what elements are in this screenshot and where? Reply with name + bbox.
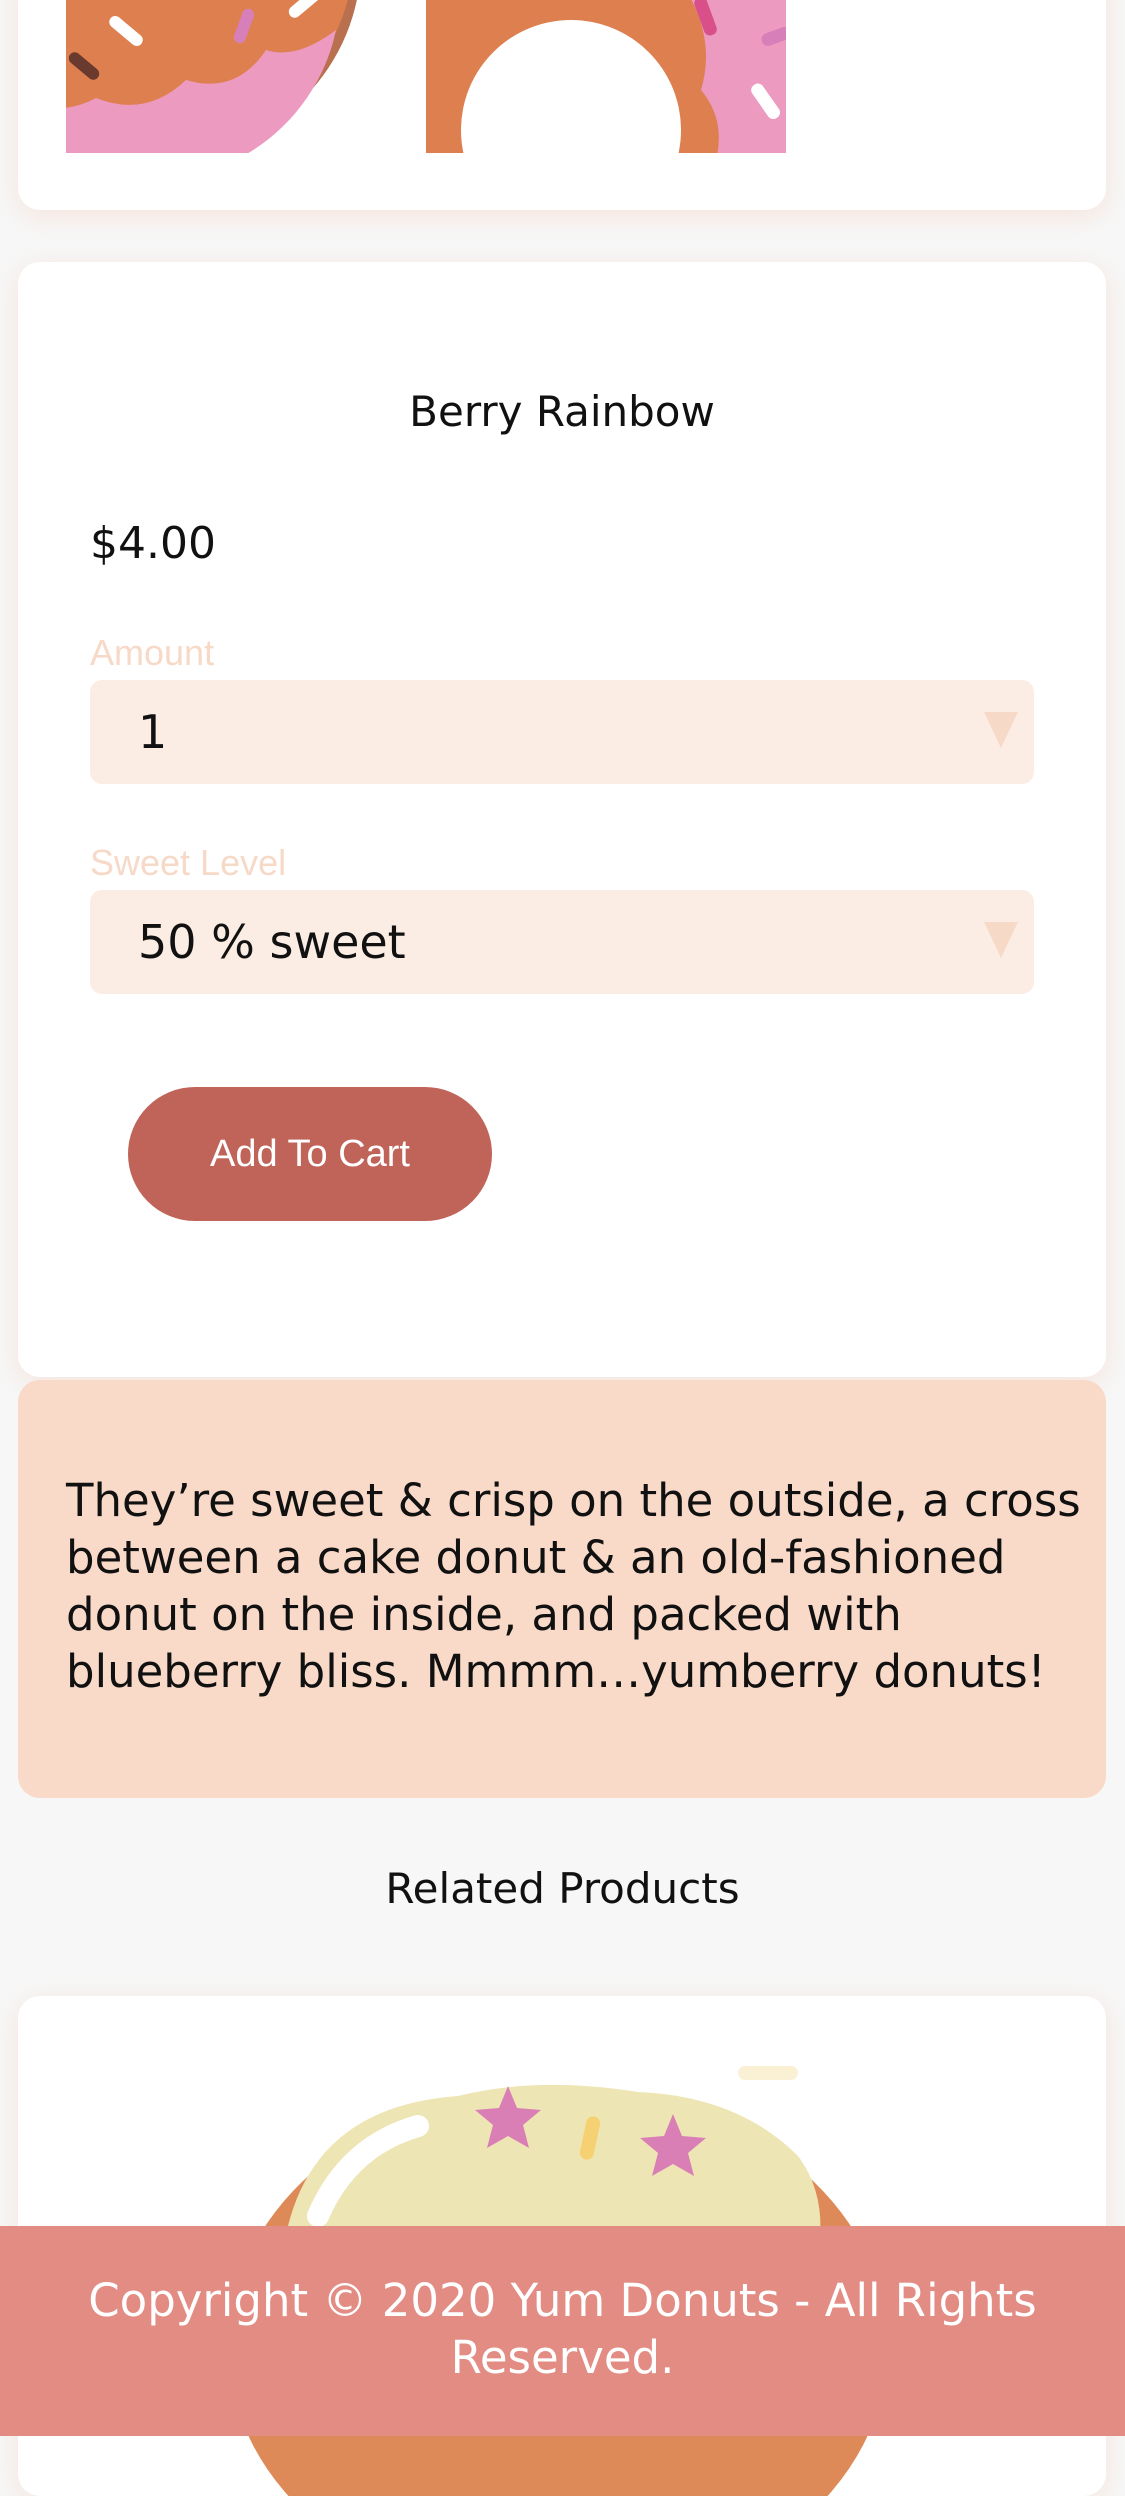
amount-label: Amount (90, 632, 215, 673)
product-description: They’re sweet & crisp on the outside, a … (66, 1474, 1081, 1698)
gallery-thumbnail[interactable] (66, 0, 426, 153)
product-gallery (18, 0, 1106, 210)
amount-select-value: 1 (138, 705, 168, 759)
related-products-heading: Related Products (385, 1864, 740, 1913)
dropdown-arrow-icon (984, 922, 1018, 958)
copyright-text: Copyright © 2020 Yum Donuts - All Rights… (88, 2274, 1037, 2384)
site-footer: Copyright © 2020 Yum Donuts - All Rights… (0, 2226, 1125, 2436)
product-description-card: They’re sweet & crisp on the outside, a … (18, 1380, 1106, 1798)
amount-select[interactable]: 1 (90, 680, 1034, 784)
pink-donut-image (66, 0, 426, 153)
product-details-card: Berry Rainbow $4.00 Amount 1 Sweet Level… (18, 262, 1106, 1377)
product-price: $4.00 (90, 518, 216, 569)
sweet-level-label: Sweet Level (90, 842, 287, 883)
product-title: Berry Rainbow (409, 387, 715, 436)
gallery-thumbnail[interactable] (426, 0, 786, 153)
add-to-cart-button[interactable]: Add To Cart (128, 1087, 492, 1221)
pink-donut-image (426, 0, 786, 153)
sweet-level-select[interactable]: 50 % sweet (90, 890, 1034, 994)
sweet-level-select-value: 50 % sweet (138, 915, 406, 969)
dropdown-arrow-icon (984, 712, 1018, 748)
